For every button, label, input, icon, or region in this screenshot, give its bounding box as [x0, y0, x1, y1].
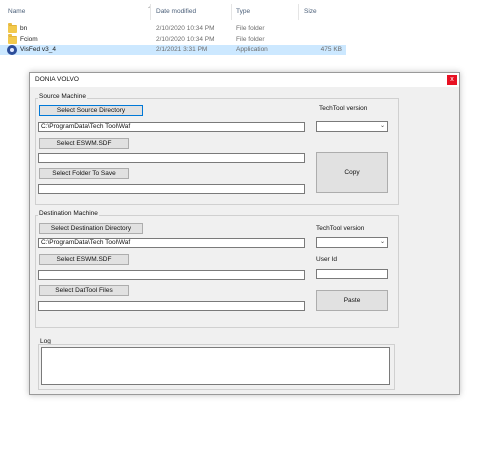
- source-techtool-version-select[interactable]: ⌄: [316, 121, 388, 132]
- select-dattool-files-button[interactable]: Select DatTool Files: [39, 285, 129, 296]
- copy-button[interactable]: Copy: [316, 152, 388, 193]
- source-folder-field[interactable]: [38, 184, 305, 194]
- column-header-size[interactable]: Size: [304, 5, 317, 19]
- column-divider[interactable]: [298, 4, 299, 20]
- select-folder-to-save-button[interactable]: Select Folder To Save: [39, 168, 129, 179]
- select-eswm-source-button[interactable]: Select ESWM.SDF: [39, 138, 129, 149]
- destination-techtool-version-select[interactable]: ⌄: [316, 237, 388, 248]
- destination-techtool-version-label: TechTool version: [316, 225, 365, 232]
- paste-button[interactable]: Paste: [316, 290, 388, 311]
- title-bar[interactable]: DONIA VOLVO x: [30, 73, 459, 87]
- column-divider[interactable]: [231, 4, 232, 20]
- select-source-directory-button[interactable]: Select Source Directory: [39, 105, 143, 116]
- select-eswm-destination-button[interactable]: Select ESWM.SDF: [39, 254, 129, 265]
- destination-path-field[interactable]: C:\ProgramData\Tech Tool\Waf: [38, 238, 305, 248]
- column-header-name[interactable]: Name: [8, 5, 25, 19]
- file-type: Application: [236, 46, 268, 53]
- app-icon: [7, 45, 17, 55]
- file-date: 2/10/2020 10:34 PM: [156, 25, 215, 32]
- file-row-visfed[interactable]: VisFed v3_4 2/1/2021 3:31 PM Application…: [0, 45, 346, 55]
- file-row-bn[interactable]: bn 2/10/2020 10:34 PM File folder: [0, 23, 346, 34]
- folder-icon: [8, 23, 17, 33]
- user-id-label: User Id: [316, 256, 337, 263]
- column-header-type[interactable]: Type: [236, 5, 250, 19]
- file-type: File folder: [236, 25, 265, 32]
- file-name: VisFed v3_4: [20, 46, 57, 53]
- file-type: File folder: [236, 36, 265, 43]
- source-eswm-field[interactable]: [38, 153, 305, 163]
- column-header-date-modified[interactable]: Date modified: [156, 5, 196, 19]
- close-button[interactable]: x: [447, 75, 457, 85]
- source-machine-label: Source Machine: [38, 93, 87, 100]
- source-techtool-version-label: TechTool version: [319, 105, 368, 112]
- folder-icon: [8, 34, 17, 44]
- destination-eswm-field[interactable]: [38, 270, 305, 280]
- chevron-down-icon: ⌄: [379, 123, 385, 129]
- dattool-files-field[interactable]: [38, 301, 305, 311]
- file-name: bn: [20, 25, 28, 32]
- chevron-down-icon: ⌄: [379, 239, 385, 245]
- column-divider[interactable]: [150, 4, 151, 20]
- destination-machine-label: Destination Machine: [38, 210, 99, 217]
- file-row-fciom[interactable]: Fciom 2/10/2020 10:34 PM File folder: [0, 34, 346, 45]
- file-name: Fciom: [20, 36, 38, 43]
- select-destination-directory-button[interactable]: Select Destination Directory: [39, 223, 143, 234]
- window-title: DONIA VOLVO: [35, 76, 79, 83]
- file-date: 2/10/2020 10:34 PM: [156, 36, 215, 43]
- source-path-field[interactable]: C:\ProgramData\Tech Tool\Waf: [38, 122, 305, 132]
- user-id-field[interactable]: [316, 269, 388, 279]
- file-date: 2/1/2021 3:31 PM: [156, 46, 208, 53]
- file-size: 475 KB: [320, 46, 342, 53]
- log-textbox[interactable]: [41, 347, 390, 385]
- donia-volvo-window: DONIA VOLVO x Source Machine Select Sour…: [29, 72, 460, 395]
